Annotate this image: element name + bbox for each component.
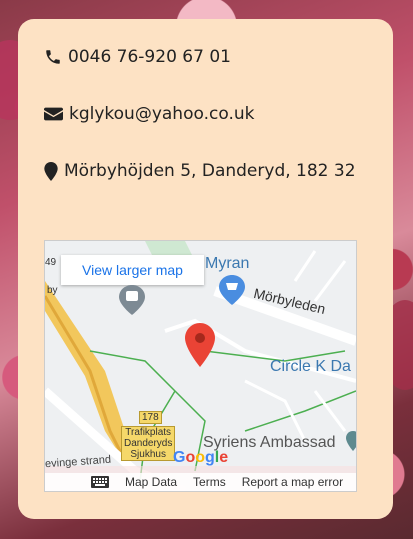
address-text: Mörbyhöjden 5, Danderyd, 182 32 bbox=[64, 161, 356, 181]
terms-link[interactable]: Terms bbox=[193, 475, 226, 489]
junction-sign-line2: Danderyds bbox=[124, 438, 173, 449]
address-row: Mörbyhöjden 5, Danderyd, 182 32 bbox=[44, 161, 356, 181]
phone-row: 0046 76-920 67 01 bbox=[44, 47, 231, 67]
embedded-map[interactable]: View larger map Myran Mörbyleden Circle … bbox=[44, 240, 357, 492]
road-number-sign: 178 bbox=[139, 411, 162, 424]
email-row: kglykou@yahoo.co.uk bbox=[44, 104, 254, 124]
embassy-icon bbox=[346, 431, 356, 451]
junction-sign-line1: Trafikplats bbox=[125, 427, 172, 438]
phone-number[interactable]: 0046 76-920 67 01 bbox=[68, 47, 231, 67]
shopping-icon bbox=[219, 275, 245, 305]
map-label-circle-k: Circle K Da bbox=[270, 358, 351, 375]
bus-stop-icon bbox=[119, 285, 145, 315]
junction-sign-line3: Sjukhus bbox=[130, 449, 166, 460]
phone-icon bbox=[46, 50, 60, 64]
view-larger-map-button[interactable]: View larger map bbox=[61, 255, 204, 285]
map-label-left-mid: by bbox=[47, 285, 58, 296]
envelope-icon bbox=[44, 107, 63, 121]
junction-sign: Trafikplats Danderyds Sjukhus bbox=[121, 426, 176, 461]
map-footer: Map Data Terms Report a map error bbox=[45, 473, 356, 491]
google-logo: Google bbox=[173, 449, 229, 466]
map-marker-icon bbox=[44, 161, 58, 181]
map-label-myran: Myran bbox=[205, 255, 250, 272]
keyboard-icon[interactable] bbox=[91, 476, 109, 488]
map-data-link[interactable]: Map Data bbox=[125, 475, 177, 489]
map-label-left-top: 49 bbox=[45, 257, 57, 268]
contact-card: 0046 76-920 67 01 kglykou@yahoo.co.uk Mö… bbox=[18, 19, 393, 519]
location-pin-icon bbox=[185, 323, 215, 367]
report-error-link[interactable]: Report a map error bbox=[242, 475, 343, 489]
email-address[interactable]: kglykou@yahoo.co.uk bbox=[69, 104, 254, 124]
